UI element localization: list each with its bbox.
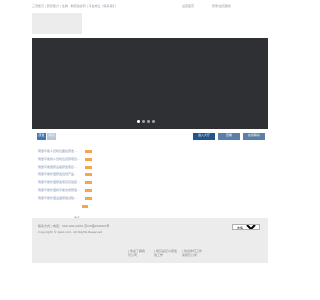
new-badge [85,157,92,161]
news-title[interactable]: 雨量平衡外国研发自然产品... [38,172,77,176]
news-title[interactable]: 雨量平衡外国设备研发试验... [38,196,77,200]
carousel-dot[interactable] [142,120,145,123]
new-badge [85,173,92,177]
news-title[interactable]: 雨量平衡外国的平衡合成研发... [38,188,80,192]
view-button[interactable]: 查看 [218,133,240,140]
news-title[interactable]: 雨量平衡外国研发项目实验室... [38,180,80,184]
list-item[interactable]: 雨量平衡国家设备研发项目... [38,164,98,172]
enter-hall-button[interactable]: 进入大厅 [193,133,215,140]
footer-column[interactable]: | 我们是怎么研发 的工作 [154,249,177,257]
new-badge [85,188,92,192]
hero-banner [32,38,268,129]
new-badge [85,165,92,169]
list-item[interactable]: 雨量平衡外国研发项目实验室... [38,179,98,187]
login-link[interactable]: 登录/会员服务 [212,4,231,8]
more-arrow-icon [82,205,88,208]
top-navigation: 三茂衡元 | 研究能力 | 生物 · 制药加合同 | 平台成立 | 联系我们 设… [32,3,268,9]
news-title[interactable]: 雨量平衡的人员机位自研项目... [38,157,80,161]
carousel-dots [137,120,157,124]
list-item[interactable]: 雨量平衡外国研发自然产品... [38,171,98,179]
footer: 联系方式 | 电话：400-000-0000 京ICP备000000号 Copy… [32,218,268,263]
news-title[interactable]: 雨量平衡国家设备研发项目... [38,165,77,169]
tab-news[interactable]: 新闻 [47,133,56,140]
friend-links-select[interactable]: 友情链接 [232,224,260,230]
news-title[interactable]: 雨量平衡人员机位图在研发... [38,149,77,153]
footer-column[interactable]: | 欢迎了解我 们公司 [128,249,145,257]
list-item[interactable]: 雨量平衡的人员机位自研项目... [38,156,98,164]
top-nav-links[interactable]: 三茂衡元 | 研究能力 | 生物 · 制药加合同 | 平台成立 | 联系我们 [32,4,116,8]
list-item[interactable]: 雨量平衡外国设备研发试验... [38,195,98,203]
new-badge [85,150,92,153]
online-contact-button[interactable]: 在线联系 [243,133,265,140]
carousel-dot[interactable] [147,120,150,123]
carousel-dot[interactable] [152,120,155,123]
new-badge [85,181,92,185]
footer-copyright: Copyright © zjssl.com. All Rights Reserv… [38,230,103,234]
footer-column[interactable]: | 欢迎你们工作 来我们公司 [182,249,202,257]
set-homepage-link[interactable]: 设置首页 [182,4,194,8]
list-item[interactable]: 雨量平衡人员机位图在研发... [38,148,98,156]
new-badge [85,196,92,200]
tab-research[interactable]: 研发 [37,133,46,140]
logo[interactable] [32,13,82,34]
carousel-dot[interactable] [137,120,140,123]
footer-contact: 联系方式 | 电话：400-000-0000 京ICP备000000号 [38,224,110,228]
news-list: 雨量平衡人员机位图在研发... 雨量平衡的人员机位自研项目... 雨量平衡国家设… [38,148,98,203]
list-item[interactable]: 雨量平衡外国的平衡合成研发... [38,187,98,195]
